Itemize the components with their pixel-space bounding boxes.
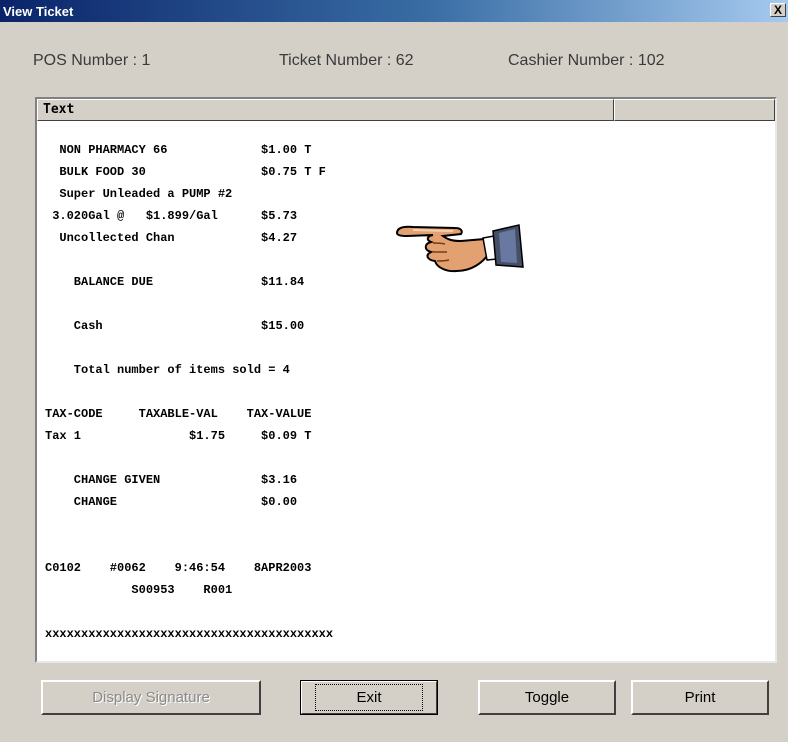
print-button-label: Print xyxy=(684,689,716,706)
ticket-number-label: Ticket Number : 62 xyxy=(279,52,414,69)
exit-button[interactable]: Exit xyxy=(300,680,438,715)
print-button[interactable]: Print xyxy=(631,680,769,715)
cashier-number-label: Cashier Number : 102 xyxy=(508,52,665,69)
ticket-line: Super Unleaded a PUMP #2 xyxy=(45,187,233,201)
pos-number-label: POS Number : 1 xyxy=(33,52,151,69)
display-signature-button[interactable]: Display Signature xyxy=(41,680,261,715)
toggle-button[interactable]: Toggle xyxy=(478,680,616,715)
ticket-line: Tax 1 $1.75 $0.09 T xyxy=(45,429,312,443)
column-header-text[interactable]: Text xyxy=(37,99,614,121)
ticket-line: 3.020Gal @ $1.899/Gal $5.73 xyxy=(45,209,298,223)
window-title: View Ticket xyxy=(3,4,74,19)
close-button[interactable]: X xyxy=(770,3,786,17)
title-bar: View Ticket X xyxy=(0,0,788,22)
exit-button-label: Exit xyxy=(315,684,423,711)
ticket-line: Total number of items sold = 4 xyxy=(45,363,290,377)
ticket-line: BULK FOOD 30 $0.75 T F xyxy=(45,165,326,179)
ticket-line: C0102 #0062 9:46:54 8APR2003 xyxy=(45,561,312,575)
display-signature-button-label: Display Signature xyxy=(92,689,210,706)
pointing-hand-icon xyxy=(395,224,524,273)
ticket-text-grid[interactable]: Text NON PHARMACY 66 $1.00 T BULK FOOD 3… xyxy=(35,97,777,663)
ticket-line: TAX-CODE TAXABLE-VAL TAX-VALUE xyxy=(45,407,312,421)
ticket-line: xxxxxxxxxxxxxxxxxxxxxxxxxxxxxxxxxxxxxxxx xyxy=(45,627,334,641)
ticket-line: S00953 R001 xyxy=(45,583,233,597)
ticket-line: CHANGE GIVEN $3.16 xyxy=(45,473,298,487)
ticket-line: CHANGE $0.00 xyxy=(45,495,298,509)
ticket-line: Cash $15.00 xyxy=(45,319,305,333)
ticket-line: NON PHARMACY 66 $1.00 T xyxy=(45,143,312,157)
ticket-line: BALANCE DUE $11.84 xyxy=(45,275,305,289)
ticket-line: Uncollected Chan $4.27 xyxy=(45,231,298,245)
column-header-empty[interactable] xyxy=(614,99,775,121)
toggle-button-label: Toggle xyxy=(524,689,570,706)
